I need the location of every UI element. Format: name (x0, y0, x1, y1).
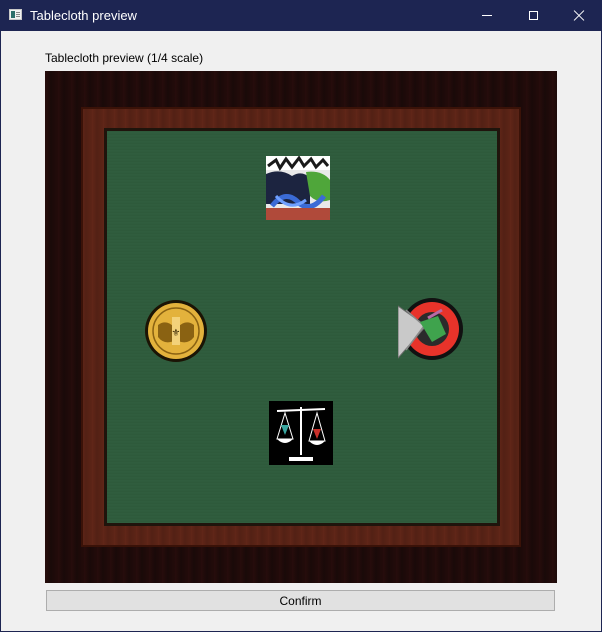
app-icon (9, 9, 22, 20)
tablecloth-preview: ⚜ (45, 71, 557, 583)
close-button[interactable] (556, 0, 602, 31)
red-ring-emblem-icon (398, 298, 463, 360)
graffiti-emblem-icon (266, 156, 330, 220)
tablecloth-preview-window: Tablecloth preview Tablecloth preview (1… (0, 0, 602, 632)
title-bar[interactable]: Tablecloth preview (0, 0, 602, 31)
minimize-icon (482, 15, 492, 16)
svg-text:⚜: ⚜ (172, 328, 181, 339)
client-area: Tablecloth preview (1/4 scale) ⚜ Confirm (1, 31, 601, 631)
close-icon (573, 10, 585, 22)
window-title: Tablecloth preview (30, 8, 137, 23)
gold-coin-emblem-icon: ⚜ (145, 300, 207, 362)
scales-emblem-icon (269, 401, 333, 465)
minimize-button[interactable] (464, 0, 510, 31)
maximize-icon (528, 11, 538, 20)
confirm-button[interactable]: Confirm (46, 590, 555, 611)
preview-label: Tablecloth preview (1/4 scale) (45, 51, 204, 65)
maximize-button[interactable] (510, 0, 556, 31)
